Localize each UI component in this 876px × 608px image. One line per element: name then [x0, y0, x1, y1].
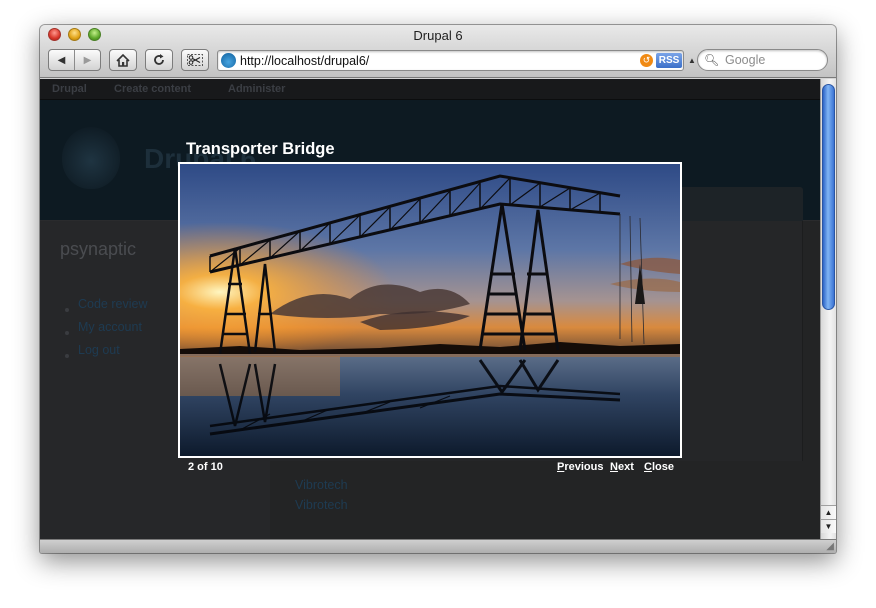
lightbox-close-link[interactable]: Close: [644, 461, 674, 473]
vertical-scrollbar[interactable]: ▲ ▼: [820, 79, 836, 539]
close-label: lose: [651, 461, 674, 473]
admin-menu-create-content[interactable]: Create content: [114, 83, 191, 95]
drupal-logo-icon: [62, 127, 120, 189]
admin-menu-drupal[interactable]: Drupal: [52, 83, 87, 95]
chevron-up-icon: ▲: [688, 56, 696, 65]
sidebar-user-name: psynaptic: [60, 239, 137, 259]
drupal-favicon-icon: [221, 53, 236, 68]
snapback-icon[interactable]: ↺: [640, 54, 653, 67]
scissors-icon: [187, 54, 203, 66]
scroll-down-arrow[interactable]: ▼: [821, 519, 836, 533]
window-title: Drupal 6: [413, 28, 463, 43]
lightbox-image: [178, 162, 682, 458]
search-field[interactable]: 🔍︎ Google: [697, 49, 828, 71]
rss-button[interactable]: RSS: [656, 53, 682, 68]
sidebar-item-code-review[interactable]: Code review: [78, 297, 147, 311]
next-label: ext: [617, 461, 634, 473]
transporter-bridge-photo: [180, 164, 680, 456]
content-link[interactable]: Vibrotech: [295, 498, 348, 512]
home-button[interactable]: [109, 49, 137, 71]
address-bar-url: http://localhost/drupal6/: [240, 54, 370, 68]
status-bar: ◢: [40, 539, 836, 553]
lightbox-title: Transporter Bridge: [186, 140, 335, 158]
lightbox-next-link[interactable]: Next: [610, 461, 634, 473]
list-bullet: [65, 308, 69, 312]
sidebar-item-log-out[interactable]: Log out: [78, 343, 120, 357]
address-bar[interactable]: http://localhost/drupal6/ ↺ RSS: [217, 50, 684, 71]
search-placeholder: Google: [725, 53, 766, 67]
scrollbar-thumb[interactable]: [822, 84, 835, 310]
close-accesskey: C: [644, 461, 652, 473]
reload-icon: [154, 54, 164, 65]
list-bullet: [65, 354, 69, 358]
admin-menu-bar: Drupal Create content Administer: [40, 79, 820, 100]
back-forward-control: ◀ ▶: [48, 49, 101, 71]
web-clip-button[interactable]: [181, 49, 209, 71]
resize-grip-icon[interactable]: ◢: [826, 541, 834, 552]
lightbox-previous-link[interactable]: Previous: [557, 461, 603, 473]
browser-chrome: Drupal 6 ◀ ▶ http://localhost/drupal6/ ↺…: [40, 25, 836, 78]
list-bullet: [65, 331, 69, 335]
lightbox-counter: 2 of 10: [188, 461, 223, 473]
back-button[interactable]: ◀: [49, 50, 74, 70]
forward-button[interactable]: ▶: [74, 50, 100, 70]
search-icon[interactable]: 🔍︎: [704, 53, 719, 67]
content-link[interactable]: Vibrotech: [295, 478, 348, 492]
home-icon: [116, 53, 130, 67]
sidebar-item-my-account[interactable]: My account: [78, 320, 142, 334]
previous-label: revious: [564, 461, 604, 473]
next-accesskey: N: [610, 461, 618, 473]
scroll-up-arrow[interactable]: ▲: [821, 505, 836, 519]
reload-button[interactable]: [145, 49, 173, 71]
admin-menu-administer[interactable]: Administer: [228, 83, 285, 95]
